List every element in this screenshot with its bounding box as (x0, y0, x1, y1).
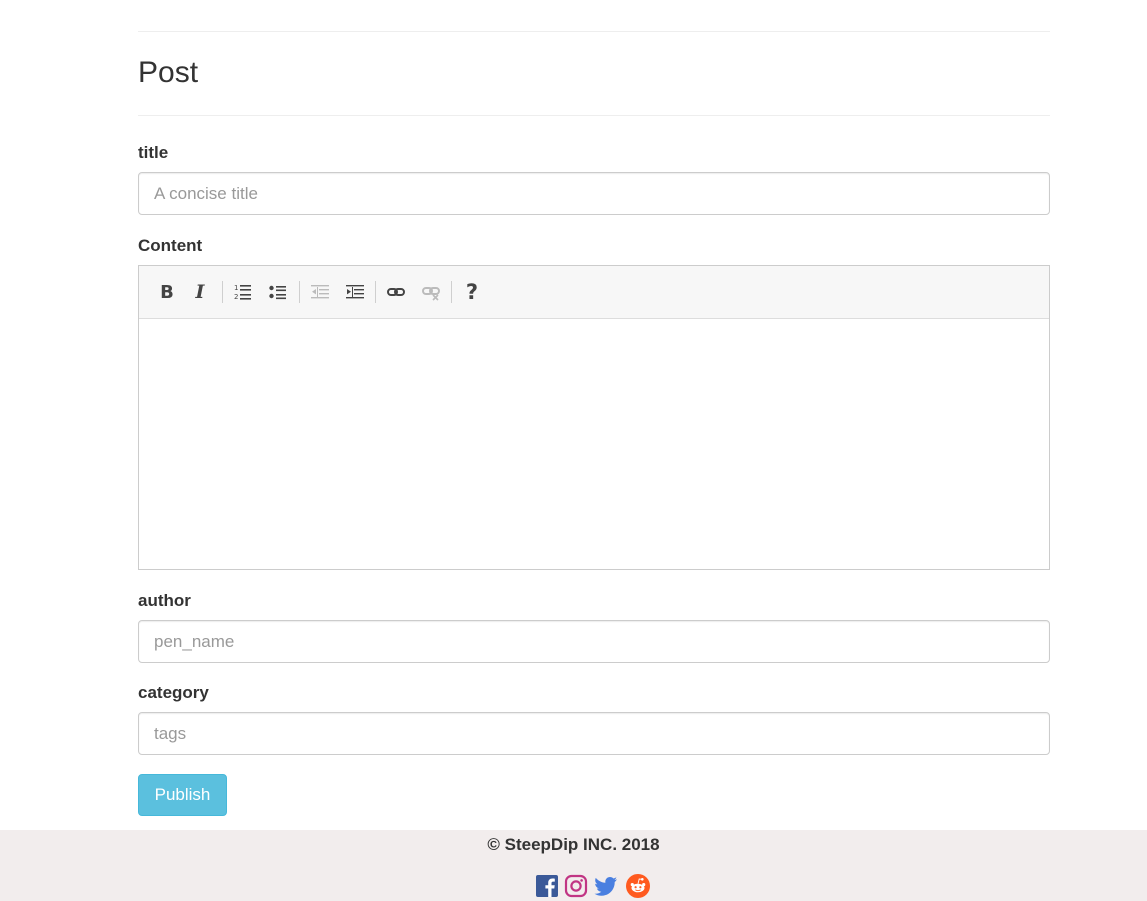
unordered-list-icon (269, 285, 286, 300)
title-label: title (138, 143, 169, 162)
title-input[interactable] (138, 172, 1050, 215)
italic-icon: I (195, 281, 205, 303)
toolbar-separator (299, 281, 300, 303)
content-label: Content (138, 236, 203, 255)
toolbar-separator (375, 281, 376, 303)
top-divider (138, 31, 1050, 32)
toolbar-separator (222, 281, 223, 303)
twitter-icon[interactable] (594, 874, 618, 898)
indent-button[interactable] (340, 278, 370, 306)
link-button[interactable] (381, 278, 411, 306)
facebook-icon[interactable] (535, 874, 559, 898)
unordered-list-button[interactable] (263, 278, 293, 306)
indent-icon (346, 285, 364, 299)
unlink-icon (422, 287, 440, 301)
author-input[interactable] (138, 620, 1050, 663)
instagram-icon[interactable] (564, 874, 588, 898)
footer: © SteepDip INC. 2018 (0, 830, 1147, 901)
help-icon: ? (465, 280, 479, 304)
author-label: author (138, 591, 191, 610)
ordered-list-button[interactable]: 1 2 (228, 278, 258, 306)
editor-content-area[interactable] (139, 320, 1049, 569)
bold-icon: B (160, 281, 174, 303)
category-label: category (138, 683, 209, 702)
help-button[interactable]: ? (457, 278, 487, 306)
title-divider (138, 115, 1050, 116)
reddit-icon[interactable] (626, 874, 650, 898)
outdent-icon (311, 285, 329, 299)
italic-button[interactable]: I (185, 278, 215, 306)
bold-button[interactable]: B (152, 278, 182, 306)
svg-text:2: 2 (234, 293, 238, 301)
ordered-list-icon: 1 2 (234, 284, 251, 301)
link-icon (387, 288, 405, 296)
unlink-button[interactable] (416, 278, 446, 306)
editor-toolbar: B I 1 2 ? (139, 266, 1049, 319)
publish-button[interactable]: Publish (138, 774, 227, 816)
outdent-button[interactable] (305, 278, 335, 306)
category-input[interactable] (138, 712, 1050, 755)
content-editor: B I 1 2 ? (138, 265, 1050, 570)
toolbar-separator (451, 281, 452, 303)
copyright-text: © SteepDip INC. 2018 (487, 835, 660, 854)
page-title: Post (138, 56, 199, 89)
svg-text:1: 1 (234, 284, 238, 292)
